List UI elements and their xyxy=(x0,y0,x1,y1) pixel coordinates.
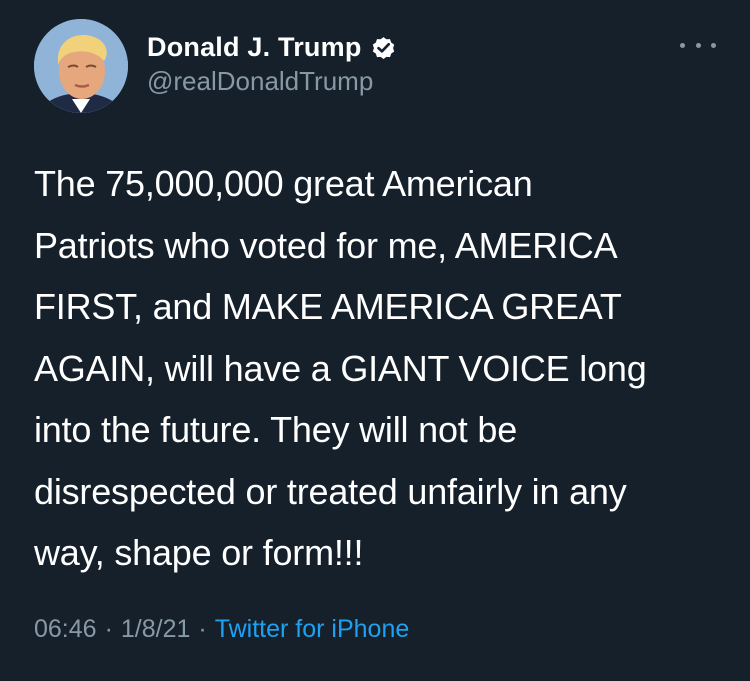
verified-badge-icon xyxy=(370,34,397,61)
tweet-meta: 06:46 · 1/8/21 · Twitter for iPhone xyxy=(34,615,409,644)
more-dot xyxy=(695,42,701,48)
avatar-image xyxy=(34,19,128,113)
user-handle[interactable]: @realDonaldTrump xyxy=(147,66,373,97)
tweet-text: The 75,000,000 great American Patriots w… xyxy=(34,163,647,573)
tweet: Donald J. Trump @realDonaldTrump The 75,… xyxy=(0,0,750,681)
meta-separator: · xyxy=(104,615,113,643)
more-dot xyxy=(680,42,685,48)
tweet-source-link[interactable]: Twitter for iPhone xyxy=(215,615,410,644)
tweet-date[interactable]: 1/8/21 xyxy=(121,615,191,644)
avatar[interactable] xyxy=(34,19,128,113)
tweet-time[interactable]: 06:46 xyxy=(34,615,97,644)
more-options-icon[interactable] xyxy=(680,35,716,55)
more-dot xyxy=(711,42,716,48)
display-name[interactable]: Donald J. Trump xyxy=(147,32,362,63)
user-name-row[interactable]: Donald J. Trump xyxy=(147,30,397,64)
meta-separator: · xyxy=(198,615,207,643)
